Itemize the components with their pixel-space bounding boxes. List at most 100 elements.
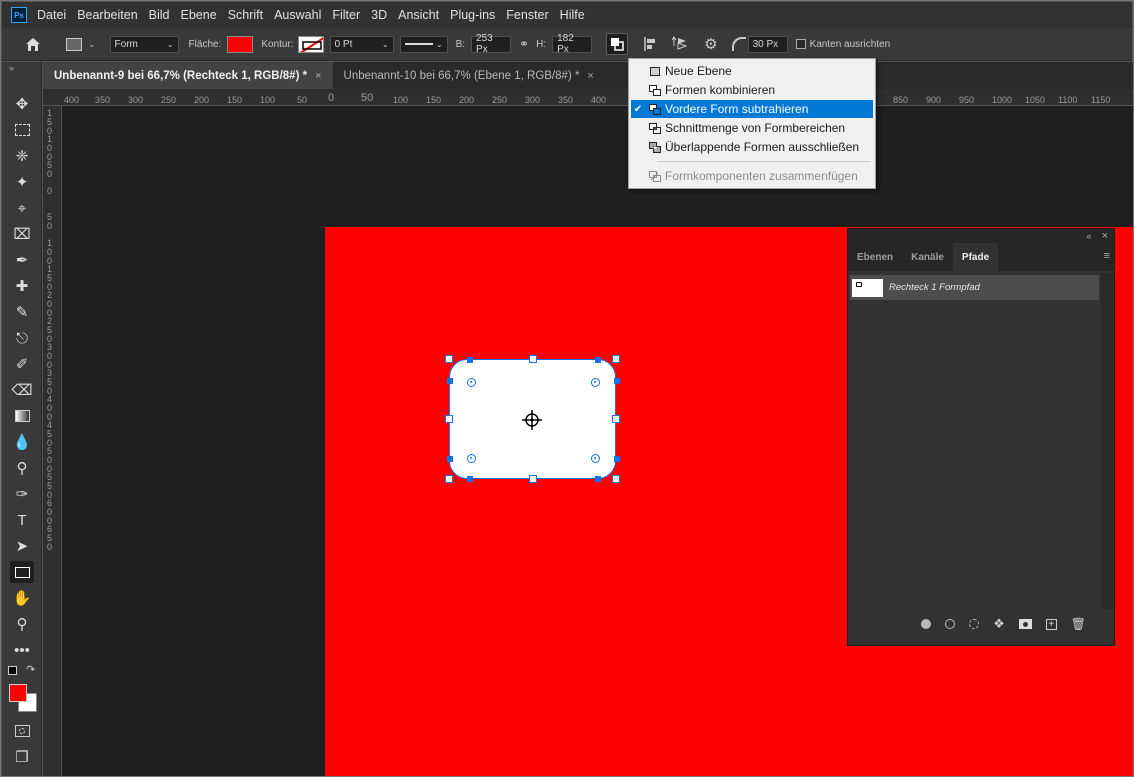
tab-document-2[interactable]: Unbenannt-10 bei 66,7% (Ebene 1, RGB/8#)… [333, 62, 605, 89]
menu-filter[interactable]: Filter [332, 8, 360, 22]
path-arrangement-icon[interactable] [672, 35, 690, 53]
tab-document-1[interactable]: Unbenannt-9 bei 66,7% (Rechteck 1, RGB/8… [43, 62, 333, 89]
transform-handle[interactable] [612, 355, 620, 363]
tab-ebenen[interactable]: Ebenen [848, 243, 902, 271]
tool-mode-select[interactable]: Form ⌄ [109, 35, 179, 53]
crop-tool-icon[interactable]: ⌖ [10, 197, 34, 219]
close-icon[interactable]: × [1102, 230, 1108, 242]
menu-hilfe[interactable]: Hilfe [560, 8, 585, 22]
more-tools-icon[interactable]: ••• [10, 639, 34, 661]
healing-brush-tool-icon[interactable]: ✚ [10, 275, 34, 297]
menu-schrift[interactable]: Schrift [228, 8, 263, 22]
menu-bearbeiten[interactable]: Bearbeiten [77, 8, 137, 22]
path-anchor-point[interactable] [595, 357, 601, 363]
transform-handle[interactable] [445, 475, 453, 483]
new-path-icon[interactable]: + [1045, 618, 1057, 630]
load-as-selection-icon[interactable] [969, 619, 980, 629]
transform-handle[interactable] [612, 415, 620, 423]
path-alignment-icon[interactable] [642, 35, 660, 53]
pen-tool-icon[interactable]: ✑ [10, 483, 34, 505]
corner-radius-widget[interactable] [591, 378, 600, 387]
transform-handle[interactable] [612, 475, 620, 483]
transform-handle[interactable] [445, 415, 453, 423]
add-mask-icon[interactable] [1018, 619, 1032, 629]
zoom-tool-icon[interactable]: ⚲ [10, 613, 34, 635]
lasso-tool-icon[interactable]: ❈ [10, 145, 34, 167]
menu-item-neue-ebene[interactable]: Neue Ebene [631, 62, 873, 80]
menu-auswahl[interactable]: Auswahl [274, 8, 321, 22]
transform-handle[interactable] [445, 355, 453, 363]
rectangle-tool-icon[interactable] [10, 561, 34, 583]
default-colors-icon[interactable] [8, 666, 17, 675]
eyedropper-tool-icon[interactable]: ✒ [10, 249, 34, 271]
path-list-item[interactable]: Rechteck 1 Formpfad [850, 275, 1099, 300]
type-tool-icon[interactable]: T [10, 509, 34, 531]
menu-fenster[interactable]: Fenster [506, 8, 548, 22]
fill-color-swatch[interactable] [227, 35, 254, 53]
path-anchor-point[interactable] [447, 456, 453, 462]
path-anchor-point[interactable] [467, 476, 473, 482]
width-field[interactable]: 253 Px [471, 33, 512, 55]
transform-handle[interactable] [529, 475, 537, 483]
path-selection-tool-icon[interactable]: ➤ [10, 535, 34, 557]
quick-mask-icon[interactable] [10, 720, 34, 742]
height-field[interactable]: 182 Px [552, 33, 593, 55]
menu-ebene[interactable]: Ebene [181, 8, 217, 22]
close-icon[interactable]: × [587, 70, 593, 82]
align-edges-checkbox[interactable] [795, 39, 806, 49]
eraser-tool-icon[interactable]: ⌫ [10, 379, 34, 401]
path-anchor-point[interactable] [447, 378, 453, 384]
gradient-tool-icon[interactable] [10, 405, 34, 427]
corner-radius-field[interactable]: 30 Px [747, 35, 788, 53]
panel-menu-icon[interactable]: ≡ [1104, 250, 1110, 262]
stamp-tool-icon[interactable]: ⎋ [10, 327, 34, 349]
transform-handle[interactable] [529, 355, 537, 363]
dodge-tool-icon[interactable]: ⚲ [10, 457, 34, 479]
menu-item-ueberlappende-formen-ausschliessen[interactable]: Überlappende Formen ausschließen [631, 138, 873, 156]
screen-mode-icon[interactable]: ❐ [10, 746, 34, 768]
history-brush-tool-icon[interactable]: ✐ [10, 353, 34, 375]
frame-tool-icon[interactable]: ⌧ [10, 223, 34, 245]
menu-ansicht[interactable]: Ansicht [398, 8, 439, 22]
corner-radius-widget[interactable] [591, 454, 600, 463]
stroke-type-select[interactable]: ⌄ [399, 35, 448, 53]
fill-path-icon[interactable] [921, 619, 932, 629]
menu-3d[interactable]: 3D [371, 8, 387, 22]
menu-plugins[interactable]: Plug-ins [450, 8, 495, 22]
home-icon[interactable] [24, 36, 42, 52]
blur-tool-icon[interactable]: 💧 [10, 431, 34, 453]
make-work-path-icon[interactable]: ❖ [993, 616, 1005, 632]
path-anchor-point[interactable] [595, 476, 601, 482]
tab-kanaele[interactable]: Kanäle [902, 243, 953, 271]
marquee-tool-icon[interactable] [10, 119, 34, 141]
panel-scrollbar[interactable] [1101, 273, 1113, 609]
path-operations-button[interactable] [606, 33, 629, 55]
magic-wand-tool-icon[interactable]: ✦ [10, 171, 34, 193]
path-anchor-point[interactable] [467, 357, 473, 363]
hand-tool-icon[interactable]: ✋ [10, 587, 34, 609]
menu-datei[interactable]: Datei [37, 8, 66, 22]
brush-tool-icon[interactable]: ✎ [10, 301, 34, 323]
tool-preset-picker[interactable]: ⌄ [66, 37, 96, 51]
menu-item-formen-kombinieren[interactable]: Formen kombinieren [631, 81, 873, 99]
menu-item-schnittmenge[interactable]: Schnittmenge von Formbereichen [631, 119, 873, 137]
corner-radius-widget[interactable] [467, 454, 476, 463]
path-anchor-point[interactable] [614, 378, 620, 384]
corner-radius-widget[interactable] [467, 378, 476, 387]
trash-icon[interactable]: 🗑 [1071, 617, 1086, 631]
stroke-color-swatch[interactable] [297, 35, 324, 53]
menu-item-vordere-form-subtrahieren[interactable]: ✔ Vordere Form subtrahieren [631, 100, 873, 118]
path-anchor-point[interactable] [614, 456, 620, 462]
tab-pfade[interactable]: Pfade [952, 243, 999, 271]
stroke-width-field[interactable]: 0 Pt ⌄ [329, 35, 394, 53]
close-icon[interactable]: × [315, 70, 321, 82]
move-tool-icon[interactable]: ✥ [10, 93, 34, 115]
rounded-rectangle-shape[interactable] [449, 359, 616, 479]
swap-colors-icon[interactable]: ↷ [26, 663, 35, 676]
foreground-color-swatch[interactable] [9, 684, 27, 702]
panel-collapse-icon[interactable]: « [1087, 231, 1092, 241]
panel-collapse-icon[interactable]: » [9, 63, 14, 73]
gear-icon[interactable]: ⚙ [704, 35, 717, 53]
link-icon[interactable]: ⚭ [519, 37, 529, 51]
menu-bild[interactable]: Bild [149, 8, 170, 22]
